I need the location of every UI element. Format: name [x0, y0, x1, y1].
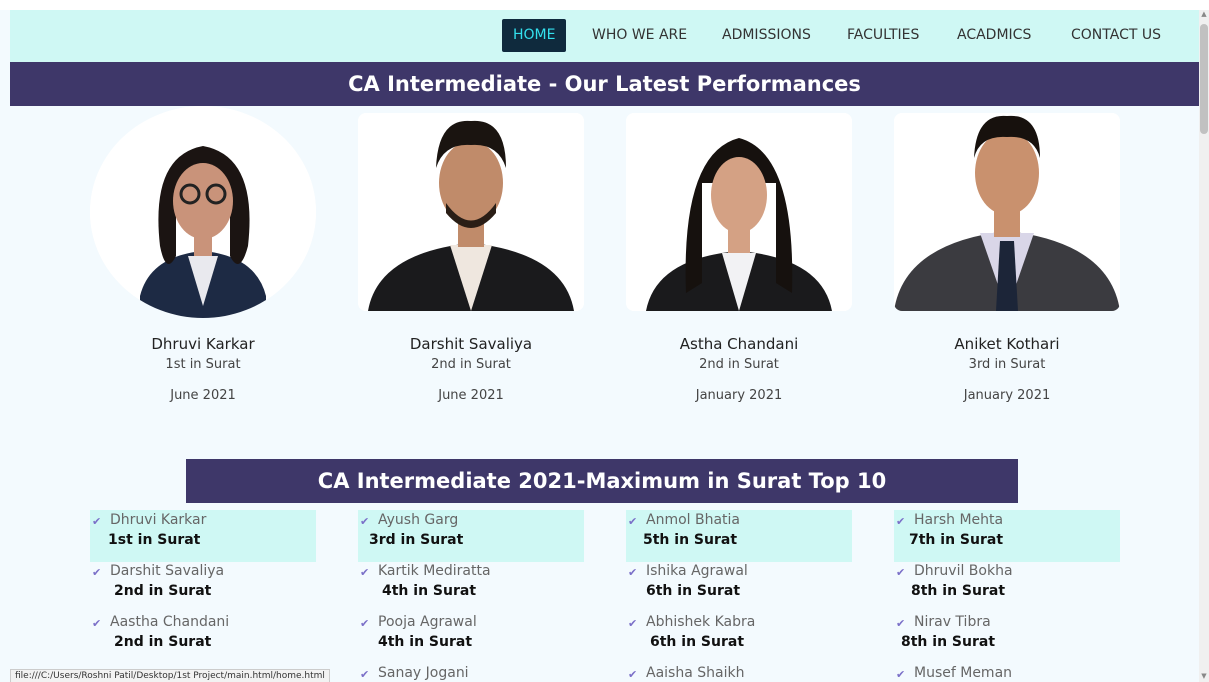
check-icon: ✔	[896, 617, 906, 630]
list-item-rank: 2nd in Surat	[114, 583, 212, 599]
check-icon: ✔	[92, 566, 102, 579]
status-url: file:///C:/Users/Roshni Patil/Desktop/1s…	[10, 669, 330, 682]
topper-photo-2	[358, 113, 584, 311]
list-item: ✔ Pooja Agrawal 4th in Surat	[358, 612, 584, 664]
check-icon: ✔	[92, 515, 102, 528]
list-item-name: Dhruvi Karkar	[110, 512, 207, 528]
nav-contact-us[interactable]: CONTACT US	[1060, 19, 1172, 52]
nav-acadmics[interactable]: ACADMICS	[946, 19, 1042, 52]
list-item-rank: 6th in Surat	[646, 583, 741, 599]
check-icon: ✔	[896, 515, 906, 528]
list-item-rank: 3rd in Surat	[369, 532, 464, 548]
topper-rank-1: 1st in Surat	[165, 357, 241, 372]
topper-date-2: June 2021	[438, 388, 504, 403]
list-item-name: Pooja Agrawal	[378, 614, 477, 630]
check-icon: ✔	[628, 617, 638, 630]
list-item-name: Harsh Mehta	[914, 512, 1004, 528]
list-item: ✔ Dhruvi Karkar 1st in Surat	[90, 510, 316, 562]
list-item: ✔ Harsh Mehta 7th in Surat	[894, 510, 1120, 562]
nav-faculties[interactable]: FACULTIES	[836, 19, 930, 52]
list-item-name: Dhruvil Bokha	[914, 563, 1013, 579]
check-icon: ✔	[360, 668, 370, 681]
topper-photo-1	[90, 106, 316, 318]
check-icon: ✔	[360, 617, 370, 630]
nav-who-we-are[interactable]: WHO WE ARE	[581, 19, 698, 52]
navbar: HOME WHO WE ARE ADMISSIONS FACULTIES ACA…	[10, 10, 1199, 62]
list-item-rank: 5th in Surat	[643, 532, 738, 548]
scroll-thumb[interactable]	[1200, 24, 1208, 134]
check-icon: ✔	[896, 668, 906, 681]
list-item: ✔ Abhishek Kabra 6th in Surat	[626, 612, 852, 664]
list-item-name: Anmol Bhatia	[646, 512, 741, 528]
nav-admissions[interactable]: ADMISSIONS	[711, 19, 822, 52]
list-item-name: Ayush Garg	[378, 512, 459, 528]
list-item: ✔ Ishika Agrawal 6th in Surat	[626, 561, 852, 613]
window-top-border	[0, 0, 1209, 10]
check-icon: ✔	[92, 617, 102, 630]
list-item-rank: 8th in Surat	[901, 634, 996, 650]
check-icon: ✔	[360, 515, 370, 528]
page: HOME WHO WE ARE ADMISSIONS FACULTIES ACA…	[0, 0, 1209, 682]
topper-name-3: Astha Chandani	[679, 335, 799, 353]
list-item-name: Sanay Jogani	[378, 665, 469, 681]
list-item-rank: 1st in Surat	[108, 532, 201, 548]
check-icon: ✔	[896, 566, 906, 579]
topper-date-1: June 2021	[170, 388, 236, 403]
list-item-rank: 4th in Surat	[378, 634, 473, 650]
list-item: ✔ Ayush Garg 3rd in Surat	[358, 510, 584, 562]
list-item-rank: 4th in Surat	[382, 583, 477, 599]
topper-rank-3: 2nd in Surat	[699, 357, 779, 372]
list-item: ✔ Aastha Chandani 2nd in Surat	[90, 612, 316, 664]
topper-rank-2: 2nd in Surat	[431, 357, 511, 372]
list-item: ✔ Dhruvil Bokha 8th in Surat	[894, 561, 1120, 613]
nav-home[interactable]: HOME	[502, 19, 567, 52]
section-title-top10: CA Intermediate 2021-Maximum in Surat To…	[186, 459, 1018, 503]
list-item-name: Abhishek Kabra	[646, 614, 756, 630]
vertical-scrollbar[interactable]: ▲ ▼	[1199, 10, 1209, 682]
check-icon: ✔	[360, 566, 370, 579]
list-item: ✔ Kartik Mediratta 4th in Surat	[358, 561, 584, 613]
list-item: ✔ Anmol Bhatia 5th in Surat	[626, 510, 852, 562]
list-item-name: Musef Meman	[914, 665, 1013, 681]
topper-photo-3	[626, 113, 852, 311]
topper-name-4: Aniket Kothari	[954, 335, 1060, 353]
topper-name-1: Dhruvi Karkar	[151, 335, 255, 353]
list-item: ✔ Darshit Savaliya 2nd in Surat	[90, 561, 316, 613]
list-item-name: Ishika Agrawal	[646, 563, 748, 579]
list-item: ✔ Aaisha Shaikh	[626, 663, 852, 682]
check-icon: ✔	[628, 515, 638, 528]
topper-rank-4: 3rd in Surat	[968, 357, 1046, 372]
check-icon: ✔	[628, 668, 638, 681]
scroll-up-icon[interactable]: ▲	[1200, 10, 1208, 20]
list-item: ✔ Nirav Tibra 8th in Surat	[894, 612, 1120, 664]
list-item-name: Aastha Chandani	[110, 614, 230, 630]
list-item-rank: 6th in Surat	[650, 634, 745, 650]
list-item-name: Kartik Mediratta	[378, 563, 491, 579]
scroll-down-icon[interactable]: ▼	[1200, 672, 1208, 682]
list-item-rank: 8th in Surat	[911, 583, 1006, 599]
topper-date-4: January 2021	[963, 388, 1051, 403]
list-item-rank: 7th in Surat	[909, 532, 1004, 548]
list-item: ✔ Musef Meman	[894, 663, 1120, 682]
check-icon: ✔	[628, 566, 638, 579]
section-title-latest-performances: CA Intermediate - Our Latest Performance…	[10, 62, 1199, 106]
list-item-rank: 2nd in Surat	[114, 634, 212, 650]
topper-date-3: January 2021	[695, 388, 783, 403]
list-item: ✔ Sanay Jogani	[358, 663, 584, 682]
list-item-name: Darshit Savaliya	[110, 563, 225, 579]
list-item-name: Nirav Tibra	[914, 614, 991, 630]
topper-name-2: Darshit Savaliya	[409, 335, 533, 353]
topper-photo-4	[894, 113, 1120, 311]
list-item-name: Aaisha Shaikh	[646, 665, 745, 681]
